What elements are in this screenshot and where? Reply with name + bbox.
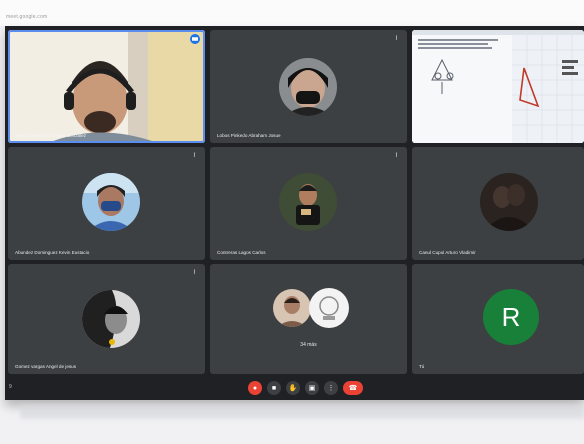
mic-muted-icon: ⌇ <box>395 153 398 159</box>
participant-avatar <box>82 173 140 231</box>
camera-icon[interactable]: ■ <box>267 381 281 395</box>
meeting-toolbar: 9 ● ■ ✋ ▣ ⋮ ☎ <box>5 376 584 400</box>
mic-muted-icon: ⌇ <box>193 270 196 276</box>
participant-avatar <box>82 290 140 348</box>
presentation-tile[interactable] <box>412 30 584 143</box>
participant-avatar <box>273 289 311 327</box>
participant-tile[interactable]: ⌇ Lobos Pinkedo Abraham Josue <box>210 30 407 143</box>
participant-tile[interactable]: Canul Cupul Arturo Vladimir <box>412 147 584 260</box>
participant-name: Samuel Alejandro Reyes Gonzalez <box>15 133 86 138</box>
presentation-content <box>412 30 584 143</box>
mic-muted-icon: ⌇ <box>193 153 196 159</box>
mic-muted-icon: ⌇ <box>395 36 398 42</box>
host-video <box>8 30 205 143</box>
speaking-indicator-icon <box>190 34 200 44</box>
participant-avatar <box>279 58 337 116</box>
participant-tile[interactable]: ⌇ Contreras Lagos Carlos <box>210 147 407 260</box>
end-call-icon[interactable]: ☎ <box>343 381 363 395</box>
participant-avatar <box>279 173 337 231</box>
mic-icon[interactable]: ● <box>248 381 262 395</box>
window-title: meet.google.com <box>6 14 48 20</box>
self-tile[interactable]: R Tú <box>412 264 584 374</box>
screen-shadow <box>20 405 584 419</box>
more-count: 34 más <box>300 342 317 348</box>
self-avatar: R <box>483 289 539 345</box>
participant-avatar <box>309 288 349 328</box>
participant-tile[interactable]: ⌇ Abundez Dominguez Kevin Eustacio <box>8 147 205 260</box>
participant-name: Canul Cupul Arturo Vladimir <box>419 250 476 255</box>
participant-tile[interactable]: ⌇ Gomez vargas Angel de jesus <box>8 264 205 374</box>
toolbar-left-label: 9 <box>9 384 12 390</box>
more-icon[interactable]: ⋮ <box>324 381 338 395</box>
participant-avatar <box>480 173 538 231</box>
participant-name: Lobos Pinkedo Abraham Josue <box>217 133 281 138</box>
participant-tile-host[interactable]: Samuel Alejandro Reyes Gonzalez <box>8 30 205 143</box>
participant-name: Tú <box>419 364 425 369</box>
more-participants-tile[interactable]: 34 más <box>210 264 407 374</box>
participant-name: Contreras Lagos Carlos <box>217 250 266 255</box>
participant-name: Gomez vargas Angel de jesus <box>15 364 77 369</box>
meeting-screen: Samuel Alejandro Reyes Gonzalez ⌇ Lobos … <box>5 26 584 400</box>
present-icon[interactable]: ▣ <box>305 381 319 395</box>
browser-strip: meet.google.com <box>0 0 584 26</box>
self-initial: R <box>501 301 521 332</box>
hand-icon[interactable]: ✋ <box>286 381 300 395</box>
participant-name: Abundez Dominguez Kevin Eustacio <box>15 250 90 255</box>
